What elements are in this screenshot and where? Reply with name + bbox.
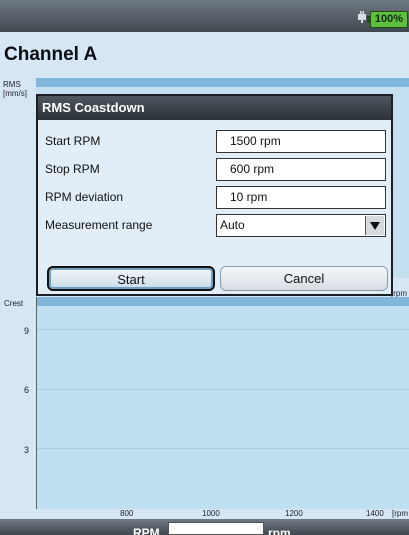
- rpm-unit: rpm: [268, 526, 291, 535]
- x-tick: 800: [120, 509, 134, 518]
- stop-rpm-label: Stop RPM: [45, 162, 100, 176]
- status-bar: 100%: [0, 0, 409, 32]
- cancel-button[interactable]: Cancel: [220, 266, 388, 291]
- measurement-range-label: Measurement range: [45, 218, 153, 232]
- y-axis: [36, 297, 37, 509]
- chart-header-band: [36, 297, 409, 306]
- rpm-deviation-label: RPM deviation: [45, 190, 124, 204]
- chevron-down-icon[interactable]: [365, 216, 384, 235]
- rms-axis-label: RMS [mm/s]: [3, 80, 27, 98]
- measurement-range-row: Measurement range Auto: [38, 212, 391, 238]
- stop-rpm-row: Stop RPM 600 rpm: [38, 156, 391, 182]
- measurement-range-value: Auto: [220, 218, 245, 232]
- start-rpm-label: Start RPM: [45, 134, 101, 148]
- battery-icon: 100%: [367, 11, 408, 28]
- rpm-field[interactable]: [168, 522, 264, 535]
- start-rpm-field[interactable]: 1500 rpm: [216, 130, 386, 153]
- x-tick: 1400: [366, 509, 384, 518]
- y-tick: 6: [24, 385, 30, 395]
- gridline: [36, 448, 409, 449]
- rms-label-line1: RMS: [3, 80, 21, 89]
- rms-coastdown-dialog: RMS Coastdown Start RPM 1500 rpm Stop RP…: [36, 94, 393, 296]
- x-tick: 1200: [285, 509, 303, 518]
- chart-header-band: [36, 78, 409, 87]
- measurement-range-select[interactable]: Auto: [216, 214, 386, 237]
- start-rpm-row: Start RPM 1500 rpm: [38, 128, 391, 154]
- start-button[interactable]: Start: [47, 266, 215, 291]
- y-tick: 3: [24, 445, 30, 455]
- crest-chart: [36, 297, 409, 509]
- plug-icon: [358, 11, 366, 23]
- gridline: [36, 329, 409, 330]
- gridline: [36, 389, 409, 390]
- stop-rpm-field[interactable]: 600 rpm: [216, 158, 386, 181]
- rpm-deviation-field[interactable]: 10 rpm: [216, 186, 386, 209]
- dialog-title: RMS Coastdown: [38, 96, 391, 120]
- page-title: Channel A: [4, 44, 98, 65]
- rms-label-line2: [mm/s]: [3, 89, 27, 98]
- rpm-label: RPM: [133, 526, 160, 535]
- x-tick: 1000: [202, 509, 220, 518]
- crest-axis-label: Crest: [4, 299, 24, 308]
- bottom-bar: RPM rpm: [0, 519, 409, 535]
- rpm-deviation-row: RPM deviation 10 rpm: [38, 184, 391, 210]
- x-unit: [rpm: [392, 509, 408, 518]
- y-tick: 9: [24, 326, 30, 336]
